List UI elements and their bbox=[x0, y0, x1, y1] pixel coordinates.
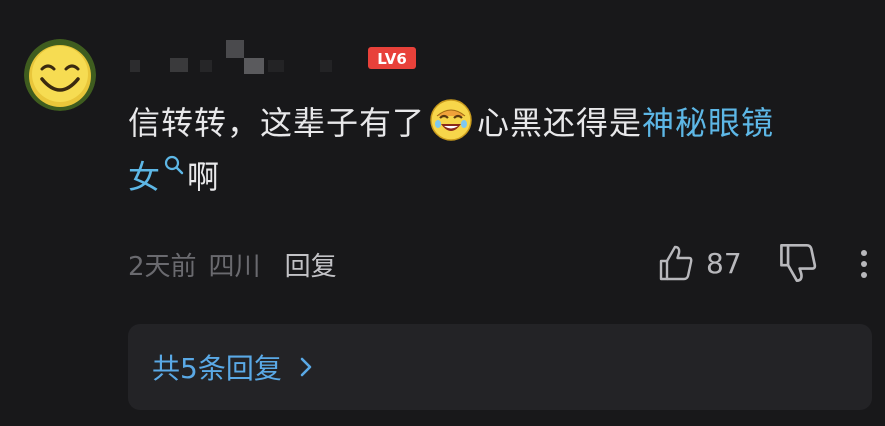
dislike-button[interactable] bbox=[778, 242, 818, 284]
laughing-face-icon bbox=[430, 99, 472, 141]
search-icon bbox=[164, 155, 184, 175]
comment-text-tail: 啊 bbox=[187, 158, 221, 196]
thumbs-up-icon bbox=[659, 245, 693, 281]
chevron-right-icon bbox=[300, 357, 312, 377]
comment-text: 信转转，这辈子有了 心黑还得是神秘眼镜女 啊 bbox=[128, 96, 868, 204]
comment-text-part1: 信转转，这辈子有了 bbox=[128, 104, 426, 142]
smiley-avatar-icon bbox=[24, 39, 96, 111]
level-badge: LV6 bbox=[368, 47, 416, 69]
like-count: 87 bbox=[706, 246, 742, 280]
comment-text-part2: 心黑还得是 bbox=[477, 104, 643, 142]
search-link-text-2: 女 bbox=[128, 158, 162, 196]
thumbs-down-icon bbox=[780, 243, 817, 283]
username-redacted bbox=[130, 40, 332, 74]
comment-meta: 2天前 四川 回复 bbox=[128, 244, 337, 284]
avatar[interactable] bbox=[24, 39, 96, 111]
reply-button[interactable]: 回复 bbox=[285, 246, 337, 283]
search-link-text-1: 神秘眼镜 bbox=[642, 104, 775, 142]
level-badge-text: LV6 bbox=[377, 50, 407, 68]
view-replies-button[interactable]: 共5条回复 bbox=[128, 324, 872, 410]
like-button[interactable]: 87 bbox=[658, 242, 742, 284]
more-options-button[interactable] bbox=[852, 244, 876, 284]
more-vertical-icon bbox=[861, 250, 867, 278]
replies-count-label: 共5条回复 bbox=[152, 352, 282, 385]
username[interactable] bbox=[130, 40, 350, 74]
comment-time: 2天前 bbox=[128, 251, 197, 282]
comment-location: 四川 bbox=[208, 251, 261, 282]
